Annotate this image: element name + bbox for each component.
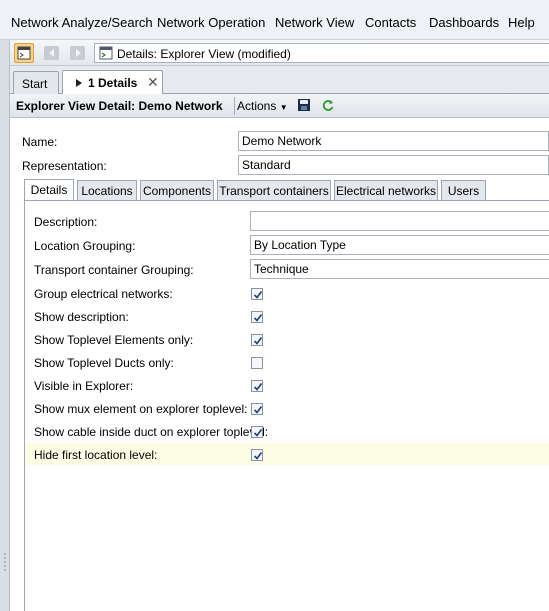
group-electrical-networks-checkbox[interactable] (251, 288, 263, 300)
menu-network-operation[interactable]: Network Operation (157, 15, 265, 30)
show-mux-element-label: Show mux element on explorer toplevel: (34, 402, 248, 416)
show-toplevel-ducts-label: Show Toplevel Ducts only: (34, 356, 174, 370)
hide-first-location-level-label: Hide first location level: (34, 448, 158, 462)
name-field[interactable]: Demo Network (238, 131, 549, 151)
close-tab-icon[interactable]: ✕ (147, 74, 159, 91)
header-divider (234, 97, 235, 115)
actions-menu-button[interactable]: Actions ▼ (237, 99, 288, 113)
subtab-transport-containers[interactable]: Transport containers (217, 180, 331, 200)
menu-bar: Network Analyze/Search Network Operation… (0, 0, 549, 40)
tab-start-label: Start (22, 77, 48, 91)
representation-label: Representation: (22, 159, 107, 173)
back-arrow-icon[interactable] (42, 43, 62, 63)
forward-arrow-icon[interactable] (68, 43, 88, 63)
address-text: Details: Explorer View (modified) (117, 47, 291, 61)
show-description-label: Show description: (34, 310, 129, 324)
tab-details[interactable]: 1 Details ✕ (62, 70, 163, 94)
transport-grouping-label: Transport container Grouping: (34, 263, 194, 277)
tab-start[interactable]: Start (13, 71, 59, 94)
show-toplevel-ducts-checkbox[interactable] (251, 357, 263, 369)
details-content: Name: Demo Network Representation: Stand… (10, 118, 549, 611)
tab-details-label: 1 Details (88, 76, 138, 90)
location-grouping-select[interactable]: By Location Type (250, 235, 549, 255)
navigation-toolbar: Details: Explorer View (modified) (10, 40, 549, 66)
subtab-users[interactable]: Users (441, 180, 486, 200)
menu-network-view[interactable]: Network View (275, 15, 354, 30)
details-panel: Description: Location Grouping: By Locat… (24, 200, 549, 611)
show-toplevel-elements-checkbox[interactable] (251, 334, 263, 346)
refresh-icon[interactable] (321, 98, 335, 115)
name-label: Name: (22, 135, 58, 149)
subtab-components[interactable]: Components (140, 180, 214, 200)
splitter-grip[interactable] (4, 552, 6, 572)
hide-first-location-level-checkbox[interactable] (251, 449, 263, 461)
description-field[interactable] (250, 211, 549, 231)
show-cable-inside-duct-label: Show cable inside duct on explorer tople… (34, 425, 269, 439)
show-description-checkbox[interactable] (251, 311, 263, 323)
view-header: Explorer View Detail: Demo Network Actio… (10, 94, 549, 118)
menu-contacts[interactable]: Contacts (365, 15, 416, 30)
detail-subtabs: Details Locations Components Transport c… (24, 179, 549, 200)
subtab-details[interactable]: Details (24, 179, 74, 200)
show-cable-inside-duct-checkbox[interactable] (251, 426, 263, 438)
menu-dashboards[interactable]: Dashboards (429, 15, 499, 30)
representation-field[interactable]: Standard (238, 155, 549, 175)
left-side-strip (0, 40, 10, 611)
group-electrical-networks-label: Group electrical networks: (34, 287, 173, 301)
menu-network-analyze-search[interactable]: Network Analyze/Search (11, 15, 153, 30)
view-page-icon (99, 46, 113, 63)
view-title: Explorer View Detail: Demo Network (16, 99, 223, 113)
document-tab-row: Start 1 Details ✕ (10, 66, 549, 94)
menu-help[interactable]: Help (508, 15, 535, 30)
show-toplevel-elements-label: Show Toplevel Elements only: (34, 333, 194, 347)
subtab-locations[interactable]: Locations (77, 180, 137, 200)
home-view-icon[interactable] (14, 43, 34, 63)
show-mux-element-checkbox[interactable] (251, 403, 263, 415)
expand-arrow-icon[interactable] (75, 77, 83, 91)
address-field[interactable]: Details: Explorer View (modified) (94, 43, 549, 63)
location-grouping-label: Location Grouping: (34, 239, 136, 253)
visible-in-explorer-checkbox[interactable] (251, 380, 263, 392)
save-icon[interactable] (297, 98, 311, 115)
actions-label: Actions (237, 99, 277, 113)
visible-in-explorer-label: Visible in Explorer: (34, 379, 134, 393)
dropdown-arrow-icon: ▼ (279, 103, 288, 112)
description-label: Description: (34, 215, 98, 229)
subtab-electrical-networks[interactable]: Electrical networks (334, 180, 438, 200)
transport-grouping-select[interactable]: Technique (250, 259, 549, 279)
